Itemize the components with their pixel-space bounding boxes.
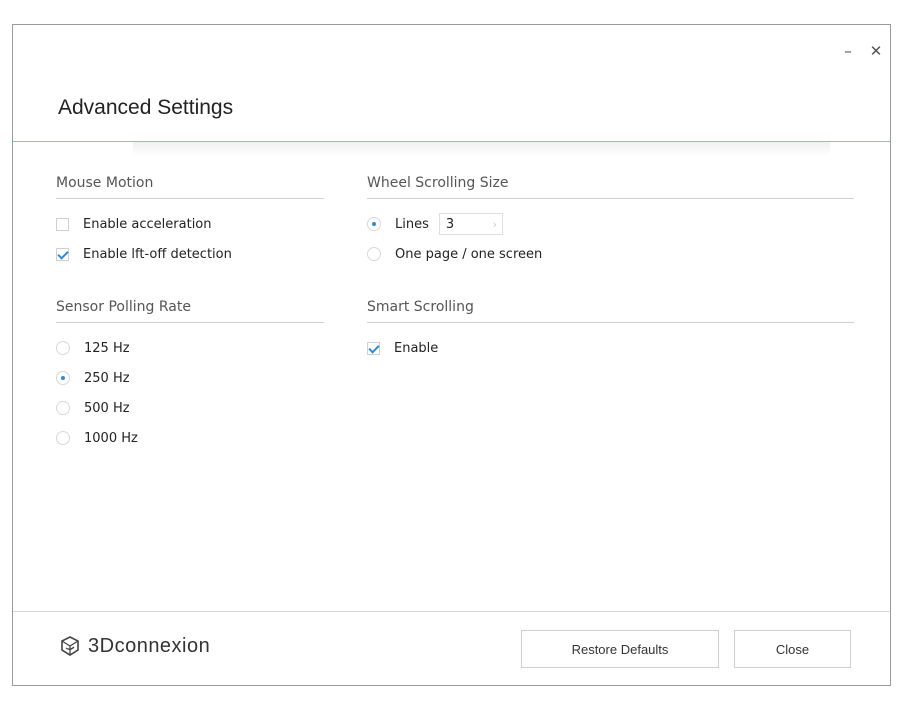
polling-250-radio[interactable] [56,371,70,385]
one-page-radio[interactable] [367,247,381,261]
polling-1000-option[interactable]: 1000 Hz [56,423,324,453]
lines-option[interactable]: Lines 3 › [367,209,854,239]
polling-125-label: 125 Hz [84,340,130,356]
enable-acceleration-label: Enable acceleration [83,216,212,232]
one-page-option[interactable]: One page / one screen [367,239,854,269]
polling-500-label: 500 Hz [84,400,130,416]
footer-divider [13,611,890,612]
sensor-polling-group: Sensor Polling Rate 125 Hz 250 Hz 500 Hz… [56,299,324,453]
enable-liftoff-option[interactable]: Enable lft-off detection [56,239,324,269]
restore-defaults-button[interactable]: Restore Defaults [521,630,719,668]
enable-acceleration-checkbox[interactable] [56,217,69,231]
polling-250-label: 250 Hz [84,370,130,386]
close-window-button[interactable]: ✕ [862,39,890,63]
sensor-polling-header: Sensor Polling Rate [56,299,324,323]
smart-scrolling-group: Smart Scrolling Enable [367,299,854,363]
polling-500-radio[interactable] [56,401,70,415]
polling-125-option[interactable]: 125 Hz [56,333,324,363]
polling-1000-label: 1000 Hz [84,430,138,446]
close-icon: ✕ [869,42,883,60]
lines-radio[interactable] [367,217,381,231]
enable-acceleration-option[interactable]: Enable acceleration [56,209,324,239]
chevron-right-icon[interactable]: › [488,218,502,231]
close-button[interactable]: Close [734,630,851,668]
smart-scrolling-enable-checkbox[interactable] [367,341,380,355]
advanced-settings-window: – ✕ Advanced Settings Mouse Motion Enabl… [12,24,891,686]
smart-scrolling-header: Smart Scrolling [367,299,854,323]
one-page-label: One page / one screen [395,246,543,262]
window-controls: – ✕ [834,39,890,63]
enable-liftoff-checkbox[interactable] [56,247,69,261]
mouse-motion-header: Mouse Motion [56,175,324,199]
polling-250-option[interactable]: 250 Hz [56,363,324,393]
brand-logo: 3Dconnexion [58,634,210,658]
title-shadow [133,142,830,156]
polling-1000-radio[interactable] [56,431,70,445]
3dconnexion-logo-icon [61,636,79,656]
polling-500-option[interactable]: 500 Hz [56,393,324,423]
wheel-scrolling-group: Wheel Scrolling Size Lines 3 › One page … [367,175,854,269]
minimize-icon: – [844,42,852,60]
page-title: Advanced Settings [58,96,234,119]
smart-scrolling-enable-label: Enable [394,340,439,356]
lines-value[interactable]: 3 [440,217,488,232]
mouse-motion-group: Mouse Motion Enable acceleration Enable … [56,175,324,269]
lines-stepper[interactable]: 3 › [438,213,503,235]
brand-name: 3Dconnexion [88,634,211,657]
polling-125-radio[interactable] [56,341,70,355]
minimize-button[interactable]: – [834,39,862,63]
enable-liftoff-label: Enable lft-off detection [83,246,232,262]
lines-label: Lines [395,216,429,232]
smart-scrolling-enable-option[interactable]: Enable [367,333,854,363]
wheel-scrolling-header: Wheel Scrolling Size [367,175,854,199]
